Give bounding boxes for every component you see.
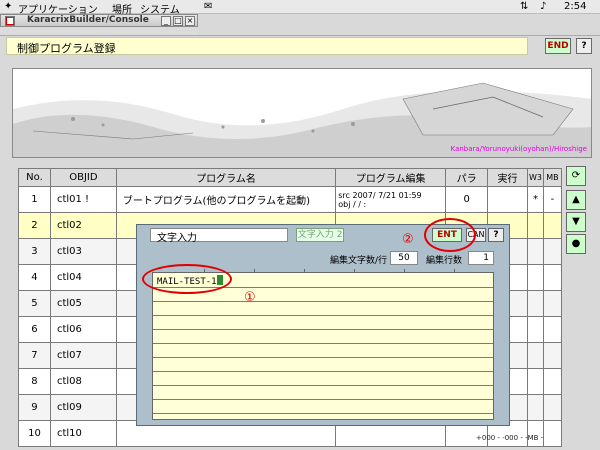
os-logo-icon[interactable]: ✦: [4, 1, 12, 12]
row-no: 3: [18, 238, 51, 265]
col-header-objid: OBJID: [49, 168, 117, 187]
annotation-ring-text: [142, 264, 232, 294]
row-no: 7: [18, 342, 51, 369]
scroll-down-icon[interactable]: ▼: [566, 212, 586, 232]
row-objid[interactable]: ctl03: [49, 238, 117, 265]
page-title: 制御プログラム登録: [17, 42, 116, 55]
row-no: 10: [18, 420, 51, 447]
dialog-tab-text-input-2[interactable]: 文字入力 2: [296, 228, 344, 242]
clock: 2:54: [564, 1, 587, 12]
annotation-marker-1: ①: [244, 290, 256, 305]
row-objid[interactable]: ctl09: [49, 394, 117, 421]
row-no: 8: [18, 368, 51, 395]
row-objid[interactable]: ctl02: [49, 212, 117, 239]
window-titlebar[interactable]: ■ KaracrixBuilder/Console _ □ ×: [0, 14, 198, 27]
col-header-mb: MB: [542, 168, 563, 187]
row-objid[interactable]: ctl05: [49, 290, 117, 317]
window-menu-icon[interactable]: ■: [5, 16, 15, 26]
table-row[interactable]: 1 ctl01 ! ブートプログラム(他のプログラムを起動) src 2007/…: [18, 186, 563, 213]
window-title: KaracrixBuilder/Console: [27, 15, 149, 25]
table-header-row: No. OBJID プログラム名 プログラム編集 パラ 実行 W3 MB: [18, 168, 563, 187]
network-icon: ⇅: [520, 1, 529, 12]
row-exec[interactable]: [487, 186, 528, 213]
row-no: 5: [18, 290, 51, 317]
window-toolbar: [0, 27, 198, 35]
scroll-up-icon[interactable]: ▲: [566, 190, 586, 210]
page-header: 制御プログラム登録: [6, 37, 528, 55]
record-icon[interactable]: ●: [566, 234, 586, 254]
minimize-icon[interactable]: _: [161, 16, 171, 26]
row-program-name[interactable]: ブートプログラム(他のプログラムを起動): [115, 186, 337, 213]
row-w3[interactable]: [526, 212, 544, 239]
dialog-title: 文字入力: [157, 233, 197, 244]
row-mb[interactable]: [542, 212, 563, 239]
dialog-help-button[interactable]: ?: [488, 228, 504, 242]
row-objid[interactable]: ctl06: [49, 316, 117, 343]
row-objid[interactable]: ctl08: [49, 368, 117, 395]
col-header-w3: W3: [526, 168, 544, 187]
row-w3[interactable]: *: [526, 186, 544, 213]
line-count-field[interactable]: 1: [468, 251, 494, 265]
row-mb[interactable]: -: [542, 186, 563, 213]
banner-caption: Kanbara/Yorunoyuki(oyohan)/Hiroshige: [450, 145, 587, 153]
help-button[interactable]: ?: [576, 38, 592, 54]
row-objid[interactable]: ctl01 !: [49, 186, 117, 213]
row-no: 9: [18, 394, 51, 421]
col-header-program-edit: プログラム編集: [335, 168, 447, 187]
maximize-icon[interactable]: □: [173, 16, 183, 26]
row-para[interactable]: 0: [445, 186, 489, 213]
row-no: 2: [18, 212, 51, 239]
row-objid[interactable]: ctl04: [49, 264, 117, 291]
annotation-ring-ent: [424, 218, 476, 252]
mail-icon[interactable]: ✉: [204, 1, 212, 12]
refresh-icon[interactable]: ⟳: [566, 166, 586, 186]
row-objid[interactable]: ctl07: [49, 342, 117, 369]
banner-image: Kanbara/Yorunoyuki(oyohan)/Hiroshige: [12, 68, 592, 158]
col-header-program-name: プログラム名: [115, 168, 337, 187]
row-program-edit[interactable]: src 2007/ 7/21 01:59 obj / / :: [335, 186, 447, 213]
dialog-title-box: 文字入力: [150, 228, 288, 244]
close-icon[interactable]: ×: [185, 16, 195, 26]
chars-per-line-field[interactable]: 50: [390, 251, 418, 265]
row-no: 1: [18, 186, 51, 213]
system-top-bar: ✦ アプリケーション 場所 システム ✉ ⇅ ♪ 2:54: [0, 0, 600, 16]
end-button[interactable]: END: [545, 38, 571, 54]
row-no: 6: [18, 316, 51, 343]
footer-status: +000 - -000 - -MB -: [476, 434, 544, 442]
col-header-para: パラ: [445, 168, 489, 187]
col-header-exec: 実行: [487, 168, 528, 187]
annotation-marker-2: ②: [402, 232, 414, 247]
col-header-no: No.: [18, 168, 51, 187]
text-editor-area[interactable]: MAIL-TEST-1: [152, 272, 494, 420]
row-objid[interactable]: ctl10: [49, 420, 117, 447]
row-no: 4: [18, 264, 51, 291]
volume-icon[interactable]: ♪: [540, 1, 546, 12]
